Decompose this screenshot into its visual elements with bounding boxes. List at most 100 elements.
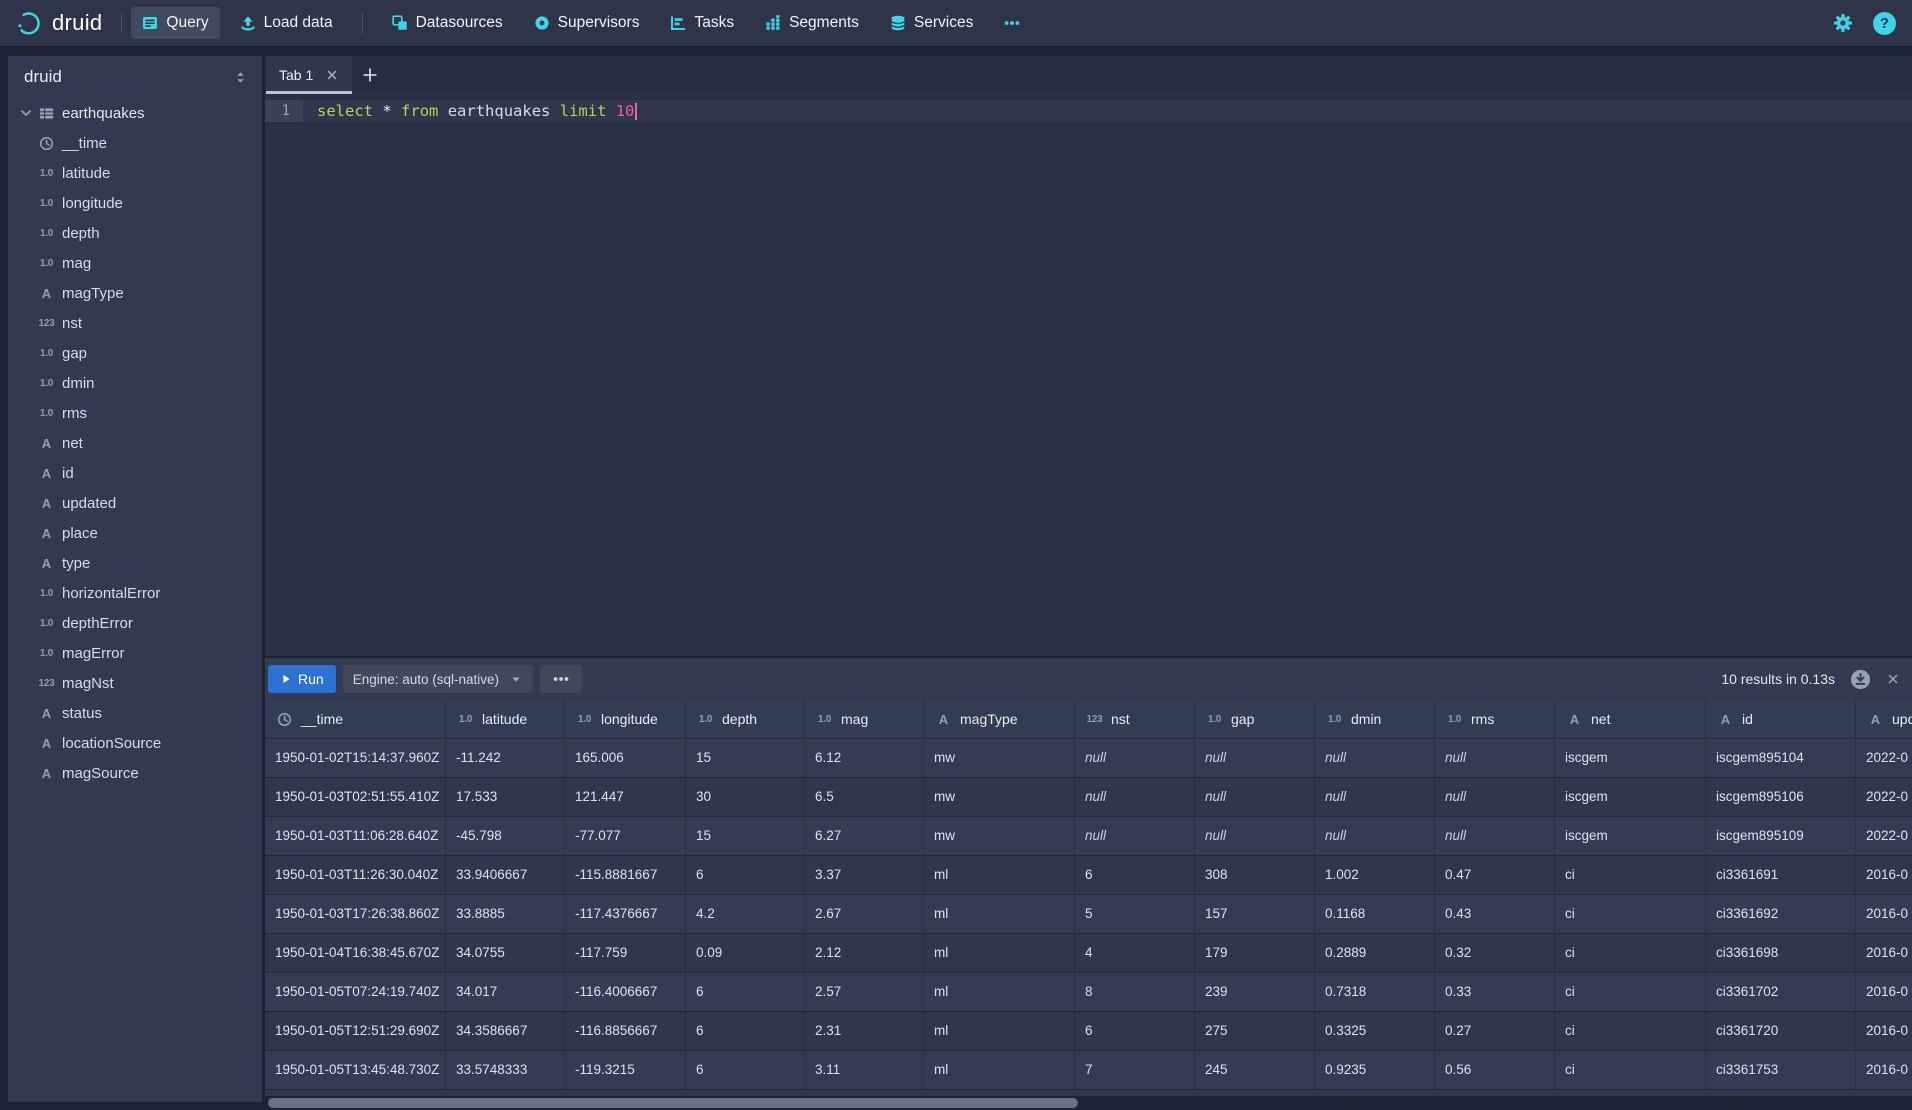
sidebar-column-id[interactable]: Aid xyxy=(8,458,262,488)
column-header-dmin[interactable]: 1.0dmin xyxy=(1315,700,1435,738)
table-cell: 6 xyxy=(1075,1012,1195,1050)
tab-tab1[interactable]: Tab 1 xyxy=(266,56,352,94)
sidebar-column-type[interactable]: Atype xyxy=(8,548,262,578)
nav-item-datasources[interactable]: Datasources xyxy=(381,7,514,39)
sidebar-column-magSource[interactable]: AmagSource xyxy=(8,758,262,788)
table-cell: null xyxy=(1315,817,1435,855)
table-row: 1950-01-03T02:51:55.410Z17.533121.447306… xyxy=(265,777,1912,816)
table-cell: 0.1168 xyxy=(1315,895,1435,933)
sql-token-plain xyxy=(606,102,615,120)
column-name: depth xyxy=(62,225,100,242)
scrollbar-thumb[interactable] xyxy=(268,1098,1078,1108)
column-header-rms[interactable]: 1.0rms xyxy=(1435,700,1555,738)
column-header-depth[interactable]: 1.0depth xyxy=(686,700,805,738)
sidebar-column-net[interactable]: Anet xyxy=(8,428,262,458)
table-cell: 33.8885 xyxy=(446,895,565,933)
table-cell: 0.32 xyxy=(1435,934,1555,972)
column-name: magType xyxy=(62,285,124,302)
clock-icon xyxy=(275,712,294,727)
nav-item-supervisors[interactable]: Supervisors xyxy=(523,7,651,39)
table-cell: 33.9406667 xyxy=(446,856,565,894)
nav-item-query[interactable]: Query xyxy=(131,7,219,39)
column-name: updated xyxy=(62,495,116,512)
table-cell: 2.12 xyxy=(805,934,924,972)
nav-item-services[interactable]: Services xyxy=(879,7,984,39)
table-cell: -77.077 xyxy=(565,817,686,855)
sidebar-column-dmin[interactable]: 1.0dmin xyxy=(8,368,262,398)
sidebar-column-gap[interactable]: 1.0gap xyxy=(8,338,262,368)
table-cell: 4 xyxy=(1075,934,1195,972)
sidebar-column-place[interactable]: Aplace xyxy=(8,518,262,548)
sidebar-column-status[interactable]: Astatus xyxy=(8,698,262,728)
horizontal-scrollbar xyxy=(267,1098,1910,1108)
chevron-down-icon[interactable] xyxy=(17,106,35,120)
run-button[interactable]: Run xyxy=(268,665,336,693)
table-cell: 179 xyxy=(1195,934,1315,972)
column-header-__time[interactable]: __time xyxy=(265,700,446,738)
sidebar-column-horizontalError[interactable]: 1.0horizontalError xyxy=(8,578,262,608)
result-status: 10 results in 0.13s xyxy=(1721,671,1835,687)
sidebar-column-latitude[interactable]: 1.0latitude xyxy=(8,158,262,188)
sidebar-column-depth[interactable]: 1.0 depth xyxy=(8,218,262,248)
sidebar-column-longitude[interactable]: 1.0longitude xyxy=(8,188,262,218)
engine-select-button[interactable]: Engine: auto (sql-native) xyxy=(343,665,533,693)
column-name: rms xyxy=(62,405,87,422)
help-button[interactable]: ? xyxy=(1873,12,1896,35)
column-header-id[interactable]: Aid xyxy=(1706,700,1856,738)
column-header-net[interactable]: Anet xyxy=(1555,700,1706,738)
tab-bar: Tab 1 xyxy=(265,56,1912,94)
segments-icon xyxy=(765,15,781,31)
double-caret-vertical-icon[interactable] xyxy=(233,70,248,85)
results-body: 1950-01-02T15:14:37.960Z-11.242165.00615… xyxy=(265,738,1912,1096)
column-header-mag[interactable]: 1.0mag xyxy=(805,700,924,738)
table-cell: null xyxy=(1075,739,1195,777)
sidebar-column-magNst[interactable]: 123magNst xyxy=(8,668,262,698)
nav-item-label: Load data xyxy=(264,14,333,32)
druid-logo-icon xyxy=(16,10,43,37)
add-tab-button[interactable] xyxy=(352,56,388,94)
sidebar-column-locationSource[interactable]: AlocationSource xyxy=(8,728,262,758)
sql-editor[interactable]: 1 select * from earthquakes limit 10 xyxy=(265,94,1912,656)
close-tab-icon[interactable] xyxy=(325,68,339,82)
column-header-latitude[interactable]: 1.0latitude xyxy=(446,700,565,738)
sidebar-column-__time[interactable]: __time xyxy=(8,128,262,158)
more-options-button[interactable] xyxy=(540,665,582,693)
download-icon[interactable] xyxy=(1850,669,1871,690)
table-cell: 2016-0 xyxy=(1856,895,1912,933)
column-header-label: latitude xyxy=(482,711,527,727)
table-cell: null xyxy=(1435,817,1555,855)
sidebar-column-magError[interactable]: 1.0magError xyxy=(8,638,262,668)
sql-token-plain xyxy=(550,102,559,120)
float-type-icon: 1.0 xyxy=(37,228,56,239)
close-results-icon[interactable] xyxy=(1886,672,1900,686)
more-icon xyxy=(1004,15,1020,31)
table-cell: 245 xyxy=(1195,1051,1315,1089)
sidebar-column-magType[interactable]: AmagType xyxy=(8,278,262,308)
sidebar-column-updated[interactable]: Aupdated xyxy=(8,488,262,518)
column-header-longitude[interactable]: 1.0longitude xyxy=(565,700,686,738)
sidebar-column-mag[interactable]: 1.0mag xyxy=(8,248,262,278)
column-header-magType[interactable]: AmagType xyxy=(924,700,1075,738)
column-header-nst[interactable]: 123nst xyxy=(1075,700,1195,738)
gear-icon[interactable] xyxy=(1833,13,1853,33)
druid-brand[interactable]: druid xyxy=(16,10,102,37)
column-header-upd[interactable]: Aupd xyxy=(1856,700,1912,738)
sidebar-column-nst[interactable]: 123nst xyxy=(8,308,262,338)
string-type-icon: A xyxy=(37,706,56,721)
nav-item-segments[interactable]: Segments xyxy=(754,7,870,39)
column-header-gap[interactable]: 1.0gap xyxy=(1195,700,1315,738)
sidebar-datasource-earthquakes[interactable]: earthquakes xyxy=(8,98,262,128)
nav-item-tasks[interactable]: Tasks xyxy=(659,7,745,39)
table-cell: 15 xyxy=(686,739,805,777)
nav-item-load-data[interactable]: Load data xyxy=(229,7,344,39)
nav-item-more[interactable] xyxy=(993,7,1031,39)
float-type-icon: 1.0 xyxy=(1445,714,1464,725)
table-cell: null xyxy=(1195,778,1315,816)
table-row: 1950-01-03T11:06:28.640Z-45.798-77.07715… xyxy=(265,816,1912,855)
float-type-icon: 1.0 xyxy=(1205,714,1224,725)
table-cell: ml xyxy=(924,856,1075,894)
sidebar-column-rms[interactable]: 1.0rms xyxy=(8,398,262,428)
table-cell: 0.27 xyxy=(1435,1012,1555,1050)
sidebar-column-depthError[interactable]: 1.0depthError xyxy=(8,608,262,638)
column-name: net xyxy=(62,435,83,452)
